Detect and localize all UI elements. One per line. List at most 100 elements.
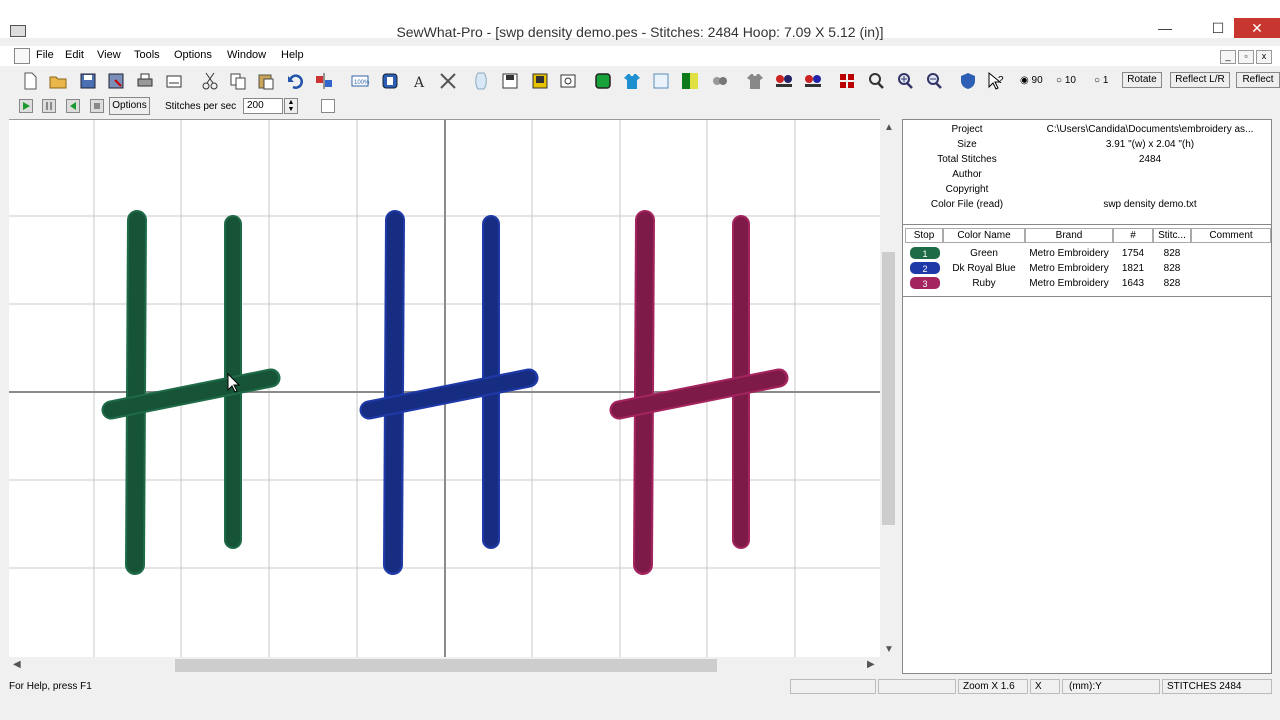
shirt-icon[interactable] [622, 71, 642, 91]
text-icon[interactable]: A [410, 71, 430, 91]
total-stitches-value: 2484 [1138, 154, 1162, 165]
stitches-per-sec-input[interactable]: 200 [243, 98, 283, 114]
design-canvas[interactable] [9, 119, 880, 658]
cartridge-icon[interactable] [530, 71, 550, 91]
pause-icon[interactable] [42, 99, 56, 113]
menu-view[interactable]: View [97, 49, 121, 61]
scroll-up-icon[interactable]: ▲ [884, 122, 894, 133]
horizontal-scroll-thumb[interactable] [175, 659, 717, 672]
color-row[interactable]: 3 Ruby Metro Embroidery 1643 828 [905, 277, 1271, 292]
author-label: Author [952, 169, 982, 180]
machine-icon[interactable] [558, 71, 578, 91]
save-as-icon[interactable] [106, 71, 126, 91]
zoom-icon[interactable] [866, 71, 886, 91]
scroll-down-icon[interactable]: ▼ [884, 644, 894, 655]
play-icon[interactable] [19, 99, 33, 113]
save-icon[interactable] [78, 71, 98, 91]
new-file-icon[interactable] [20, 71, 40, 91]
mdi-maximize-button[interactable]: ▫ [1238, 50, 1254, 64]
color-row[interactable]: 2 Dk Royal Blue Metro Embroidery 1821 82… [905, 262, 1271, 277]
horizontal-scrollbar[interactable]: ◀ ▶ [9, 657, 880, 674]
tshirt-gray-icon[interactable] [745, 71, 765, 91]
scroll-right-icon[interactable]: ▶ [867, 659, 875, 670]
color-stitches: 828 [1163, 248, 1181, 259]
menu-edit[interactable]: Edit [65, 49, 84, 61]
reflect-lr-button[interactable]: Reflect L/R [1170, 72, 1230, 88]
mdi-minimize-button[interactable]: _ [1220, 50, 1236, 64]
spools-icon[interactable] [774, 71, 794, 91]
status-bar: For Help, press F1 Zoom X 1.6 X (mm):Y S… [0, 676, 1280, 696]
background-icon[interactable] [651, 71, 671, 91]
print-preview-icon[interactable] [164, 71, 184, 91]
open-folder-icon[interactable] [48, 71, 68, 91]
minimize-button[interactable]: — [1145, 18, 1185, 38]
total-stitches-label: Total Stitches [937, 154, 997, 165]
undo-icon[interactable] [286, 71, 306, 91]
paste-icon[interactable] [256, 71, 276, 91]
scroll-left-icon[interactable]: ◀ [13, 659, 21, 670]
print-icon[interactable] [135, 71, 155, 91]
rotate-10-radio[interactable]: ○ 10 [1056, 75, 1076, 86]
rotate-90-radio[interactable]: ◉ 90 [1020, 75, 1043, 86]
zoom-in-icon[interactable] [895, 71, 915, 91]
cut-icon[interactable] [200, 71, 220, 91]
color-stitches: 828 [1163, 263, 1181, 274]
header-number[interactable]: # [1113, 228, 1153, 243]
stitches-per-sec-spinner[interactable]: ▲ ▼ [284, 98, 298, 114]
vertical-scrollbar[interactable]: ▲ ▼ [880, 119, 897, 657]
zoom-out-icon[interactable] [924, 71, 944, 91]
project-label: Project [951, 124, 983, 135]
document-icon[interactable] [14, 48, 30, 64]
header-stitches[interactable]: Stitc... [1153, 228, 1191, 243]
rotate-10-label: 10 [1064, 75, 1076, 86]
select-icon[interactable] [472, 71, 492, 91]
color-swatch: 2 [910, 262, 940, 274]
svg-text:100%: 100% [354, 80, 370, 86]
threads-icon[interactable] [710, 71, 730, 91]
color-swatch: 1 [910, 247, 940, 259]
status-units: (mm):Y [1062, 679, 1160, 694]
rotate-button[interactable]: Rotate [1122, 72, 1162, 88]
copy-icon[interactable] [228, 71, 248, 91]
color-swatch: 3 [910, 277, 940, 289]
gradient-icon[interactable] [680, 71, 700, 91]
header-comment[interactable]: Comment [1191, 228, 1271, 243]
options-button[interactable]: Options [109, 97, 150, 115]
header-color-name[interactable]: Color Name [943, 228, 1025, 243]
vertical-scroll-thumb[interactable] [882, 252, 895, 525]
close-button[interactable]: ✕ [1234, 18, 1280, 38]
hoop-icon[interactable]: 100% [350, 71, 370, 91]
reflect-button[interactable]: Reflect [1236, 72, 1280, 88]
mdi-close-button[interactable]: x [1256, 50, 1272, 64]
info-row-author: Author [903, 169, 1273, 184]
rewind-icon[interactable] [66, 99, 80, 113]
help-pointer-icon[interactable]: ? [986, 71, 1006, 91]
playback-toolbar: Options Stitches per sec 200 ▲ ▼ [0, 96, 1280, 118]
menu-help[interactable]: Help [281, 49, 304, 61]
app-window: SewWhat-Pro - [swp density demo.pes - St… [0, 0, 1280, 720]
stop-icon[interactable] [90, 99, 104, 113]
split-icon[interactable] [314, 71, 334, 91]
header-stop[interactable]: Stop [905, 228, 943, 243]
rotate-1-radio[interactable]: ○ 1 [1094, 75, 1108, 86]
color-chip-icon[interactable] [593, 71, 613, 91]
menu-options[interactable]: Options [174, 49, 212, 61]
tools-icon[interactable] [438, 71, 458, 91]
menu-window[interactable]: Window [227, 49, 266, 61]
maximize-button[interactable]: ☐ [1198, 18, 1238, 38]
color-brand: Metro Embroidery [1029, 263, 1109, 274]
design-info-panel: Project C:\Users\Candida\Documents\embro… [902, 119, 1272, 674]
spools-2-icon[interactable] [803, 71, 823, 91]
shield-icon[interactable] [958, 71, 978, 91]
menu-tools[interactable]: Tools [134, 49, 160, 61]
menu-file[interactable]: File [36, 49, 54, 61]
playback-checkbox[interactable] [321, 99, 335, 113]
header-brand[interactable]: Brand [1025, 228, 1113, 243]
copyright-label: Copyright [945, 184, 989, 195]
grid-icon[interactable] [837, 71, 857, 91]
info-row-size: Size 3.91 "(w) x 2.04 "(h) [903, 139, 1273, 154]
disk-icon[interactable] [500, 71, 520, 91]
color-brand: Metro Embroidery [1029, 248, 1109, 259]
color-row[interactable]: 1 Green Metro Embroidery 1754 828 [905, 247, 1271, 262]
frame-icon[interactable] [380, 71, 400, 91]
